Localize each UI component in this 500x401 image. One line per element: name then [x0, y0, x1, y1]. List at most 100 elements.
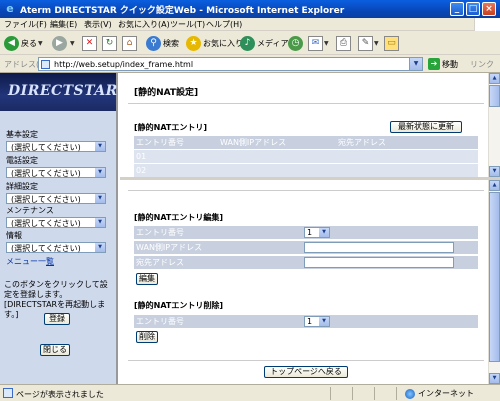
history-icon: ◷ — [288, 35, 303, 51]
ie-logo-icon: e — [6, 2, 14, 15]
edit-button[interactable]: 編集 — [136, 273, 158, 285]
window-title: Aterm DIRECTSTAR クイック設定Web - Microsoft I… — [20, 6, 345, 16]
close-window-button[interactable]: × — [482, 2, 496, 16]
search-button[interactable]: ⚲ 検索 — [146, 34, 179, 52]
refresh-icon: ↻ — [102, 35, 117, 51]
forward-button[interactable]: ▶ ▼ — [52, 34, 75, 52]
go-label: 移動 — [442, 59, 458, 69]
chevron-down-icon: ▼ — [95, 194, 105, 203]
minimize-button[interactable]: _ — [450, 2, 464, 16]
menu-view[interactable]: 表示(V) — [84, 19, 112, 30]
basic-settings-select[interactable]: (選択してください) ▼ — [6, 141, 106, 152]
phone-settings-select[interactable]: (選択してください) ▼ — [6, 167, 106, 178]
chevron-down-icon: ▼ — [95, 243, 105, 252]
print-button[interactable]: ⎙ — [336, 34, 351, 52]
scroll-up-icon[interactable]: ▲ — [489, 73, 500, 84]
wan-ip-input[interactable] — [304, 242, 454, 253]
zone-label: インターネット — [418, 389, 474, 398]
mail-icon: ✉ — [308, 35, 323, 51]
scroll-thumb[interactable] — [489, 192, 500, 362]
menu-edit[interactable]: 編集(E) — [50, 19, 77, 30]
back-arrow-icon: ◀ — [4, 35, 19, 51]
select-value: (選択してください) — [11, 143, 81, 152]
main-content-frame: [静的NAT設定] [静的NATエントリ] 最新状態に更新 エントリ番号 WAN… — [120, 73, 500, 384]
nav-section-basic: 基本設定 (選択してください) ▼ — [6, 129, 106, 152]
address-input[interactable]: http://web.setup/index_frame.html ▼ — [38, 57, 423, 71]
scroll-down-icon[interactable]: ▼ — [489, 166, 500, 177]
page-icon — [3, 388, 13, 398]
scroll-up-icon[interactable]: ▲ — [489, 180, 500, 191]
media-icon: ♪ — [240, 35, 255, 51]
entry-number-cell: 02 — [136, 166, 147, 175]
divider — [352, 387, 353, 400]
media-button[interactable]: ♪ メディア — [240, 34, 288, 52]
go-button[interactable]: ➔ 移動 — [428, 58, 458, 70]
stop-button[interactable]: ✕ — [82, 34, 97, 52]
destination-input[interactable] — [304, 257, 454, 268]
address-bar: アドレス(D) http://web.setup/index_frame.htm… — [0, 55, 500, 73]
messenger-button[interactable]: ▭ — [384, 34, 399, 52]
toolbar: ◀ 戻る ▼ ▶ ▼ ✕ ↻ ⌂ ⚲ 検索 ★ お気に入り ♪ メディア ◷ ✉… — [0, 31, 500, 55]
wan-ip-cell — [218, 150, 334, 163]
chevron-down-icon: ▼ — [95, 142, 105, 151]
divider — [128, 190, 484, 191]
scroll-down-icon[interactable]: ▼ — [489, 373, 500, 384]
edit-wan-label: WAN側IPアドレス — [136, 243, 203, 252]
menu-list-link[interactable]: メニュー一覧 — [6, 256, 54, 267]
go-arrow-icon: ➔ — [428, 58, 440, 70]
mail-button[interactable]: ✉ ▼ — [308, 34, 329, 52]
top-pane-scrollbar[interactable]: ▲ ▼ — [488, 73, 500, 177]
menu-favorites[interactable]: お気に入り(A) — [118, 19, 170, 30]
back-to-top-button[interactable]: トップページへ戻る — [264, 366, 348, 378]
nav-title-maintenance: メンテナンス — [6, 206, 54, 215]
security-zone: インターネット — [405, 388, 474, 399]
scroll-thumb[interactable] — [489, 85, 500, 107]
refresh-button[interactable]: ↻ — [102, 34, 117, 52]
menu-tools[interactable]: ツール(T) — [170, 19, 205, 30]
delete-button[interactable]: 削除 — [136, 331, 158, 343]
destination-cell — [336, 164, 478, 177]
address-url: http://web.setup/index_frame.html — [54, 60, 194, 69]
windows-flag-icon — [474, 18, 500, 31]
favorites-button[interactable]: ★ お気に入り — [186, 34, 243, 52]
chevron-down-icon[interactable]: ▼ — [409, 58, 422, 70]
nav-title-detail: 詳細設定 — [6, 182, 38, 191]
left-nav-frame: DIRECTSTAR 基本設定 (選択してください) ▼ 電話設定 (選択してく… — [0, 73, 118, 384]
delete-entry-select[interactable]: 1 ▼ — [304, 316, 330, 327]
bottom-pane-scrollbar[interactable]: ▲ ▼ — [488, 180, 500, 384]
destination-cell — [336, 150, 478, 163]
edit-entry-label: エントリ番号 — [136, 228, 184, 237]
detail-settings-select[interactable]: (選択してください) ▼ — [6, 193, 106, 204]
delete-entry-row: エントリ番号 1 ▼ — [134, 315, 478, 328]
column-destination: 宛先アドレス — [338, 138, 386, 147]
menu-file[interactable]: ファイル(F) — [4, 19, 47, 30]
menu-help[interactable]: ヘルプ(H) — [206, 19, 242, 30]
window-titlebar: e Aterm DIRECTSTAR クイック設定Web - Microsoft… — [0, 0, 500, 18]
menu-list-link-text[interactable]: 覧 — [46, 257, 54, 266]
back-button[interactable]: ◀ 戻る ▼ — [4, 34, 43, 52]
divider — [330, 387, 331, 400]
divider — [396, 387, 397, 400]
info-select[interactable]: (選択してください) ▼ — [6, 242, 106, 253]
note-icon: ▭ — [384, 35, 399, 51]
home-button[interactable]: ⌂ — [122, 34, 137, 52]
edit-entry-select[interactable]: 1 ▼ — [304, 227, 330, 238]
refresh-status-button[interactable]: 最新状態に更新 — [390, 121, 462, 133]
edit-dest-label: 宛先アドレス — [136, 258, 184, 267]
maintenance-select[interactable]: (選択してください) ▼ — [6, 217, 106, 228]
maximize-button[interactable]: □ — [466, 2, 480, 16]
star-icon: ★ — [186, 35, 201, 51]
chevron-down-icon: ▼ — [319, 317, 329, 326]
edit-icon: ✎ — [358, 35, 373, 51]
frame-splitter[interactable] — [120, 177, 500, 180]
nat-list-title: [静的NATエントリ] — [134, 123, 208, 132]
nav-section-maintenance: メンテナンス (選択してください) ▼ — [6, 205, 106, 228]
edit-page-button[interactable]: ✎ ▼ — [358, 34, 379, 52]
history-button[interactable]: ◷ — [288, 34, 305, 52]
wan-ip-cell — [218, 164, 334, 177]
close-button[interactable]: 閉じる — [40, 344, 70, 356]
nav-section-detail: 詳細設定 (選択してください) ▼ — [6, 181, 106, 204]
links-button[interactable]: リンク — [470, 59, 494, 70]
register-button[interactable]: 登録 — [44, 313, 70, 325]
menubar: ファイル(F) 編集(E) 表示(V) お気に入り(A) ツール(T) ヘルプ(… — [0, 18, 500, 31]
